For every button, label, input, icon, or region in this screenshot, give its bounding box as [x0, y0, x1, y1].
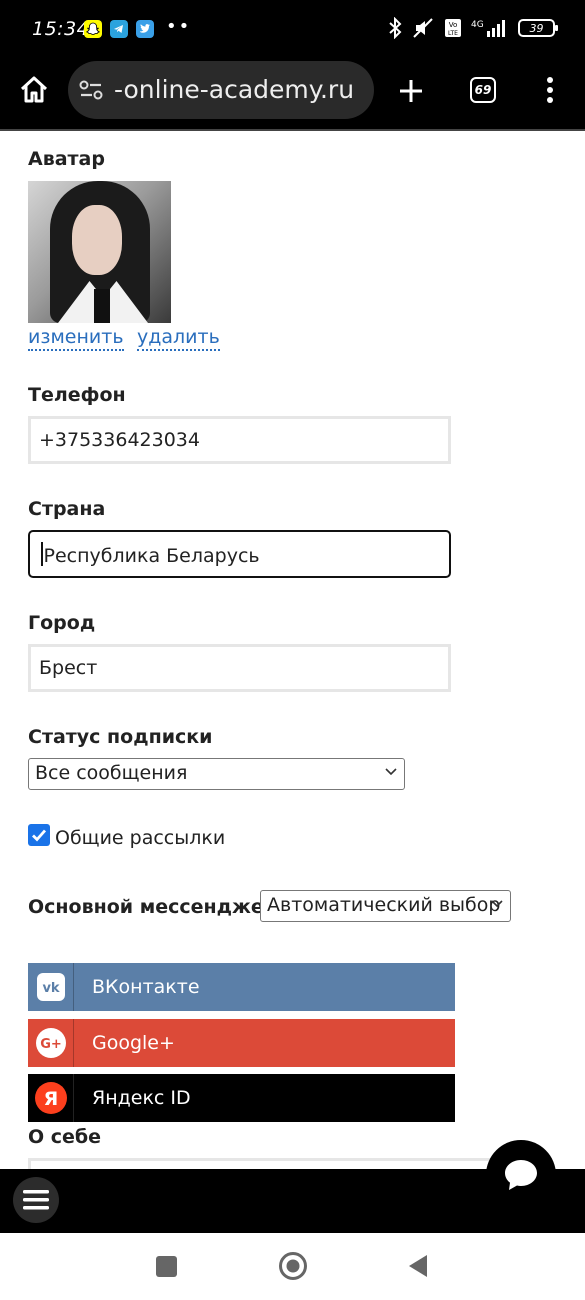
google-login-button[interactable]: G+ Google+ [28, 1019, 455, 1067]
chevron-down-icon [385, 768, 397, 776]
signal-icon: 4G [471, 20, 505, 37]
status-time: 15:34 [32, 18, 90, 40]
messenger-select[interactable]: Автоматический выбор [260, 890, 511, 922]
phone-label: Телефон [28, 384, 126, 406]
more-dots-icon: •• [166, 16, 192, 37]
profile-form: Аватар изменить удалить Телефон +3753364… [0, 131, 585, 1169]
city-value: Брест [39, 657, 98, 679]
svg-text:G+: G+ [40, 1037, 62, 1052]
yandex-icon-box: Я [28, 1074, 74, 1122]
text-caret [41, 542, 43, 566]
battery-icon: 39 [518, 19, 558, 37]
subscription-select[interactable]: Все сообщения [28, 758, 405, 790]
avatar-label: Аватар [28, 148, 105, 170]
messenger-label: Основной мессенджер [28, 896, 278, 918]
twitter-icon [136, 20, 154, 38]
country-label: Страна [28, 498, 106, 520]
yandex-label: Яндекс ID [92, 1087, 191, 1109]
checkmark-icon [32, 829, 47, 842]
svg-text:LTE: LTE [448, 30, 458, 37]
google-plus-icon: G+ [35, 1028, 66, 1058]
subscription-value: Все сообщения [35, 762, 188, 784]
home-circle-icon[interactable] [278, 1251, 308, 1281]
city-input[interactable]: Брест [28, 644, 451, 692]
url-text: -online-academy.ru [114, 75, 355, 104]
tab-count: 69 [474, 83, 492, 97]
mute-icon [413, 18, 433, 38]
newsletter-label: Общие рассылки [55, 827, 226, 849]
phone-value: +375336423034 [39, 429, 200, 451]
system-nav-bar [0, 1233, 585, 1300]
telegram-icon [110, 20, 128, 38]
hamburger-icon [23, 1190, 49, 1210]
status-bar: 15:34 •• Vo LTE 4G 39 [0, 0, 585, 58]
city-label: Город [28, 612, 96, 634]
country-input[interactable]: Республика Беларусь [28, 530, 451, 578]
svg-text:vk: vk [42, 981, 59, 996]
bluetooth-icon [389, 17, 402, 39]
messenger-value: Автоматический выбор [267, 894, 501, 916]
tabs-icon[interactable]: 69 [470, 77, 496, 103]
svg-text:Vo: Vo [449, 21, 458, 29]
subscription-label: Статус подписки [28, 726, 213, 748]
snapchat-icon [84, 20, 102, 38]
newsletter-checkbox[interactable] [28, 824, 50, 846]
svg-text:Я: Я [43, 1088, 58, 1110]
home-icon[interactable] [18, 74, 50, 106]
back-icon[interactable] [407, 1254, 429, 1278]
browser-toolbar: -online-academy.ru 69 [0, 58, 585, 131]
chat-button[interactable] [486, 1140, 556, 1210]
battery-level: 39 [529, 21, 544, 35]
address-bar[interactable]: -online-academy.ru [68, 61, 374, 119]
chevron-down-icon [491, 900, 503, 908]
vk-icon-box: vk [28, 963, 74, 1011]
avatar-delete-link[interactable]: удалить [137, 326, 220, 351]
about-label: О себе [28, 1126, 102, 1148]
avatar-change-link[interactable]: изменить [28, 326, 124, 351]
yandex-login-button[interactable]: Я Яндекс ID [28, 1074, 455, 1122]
vk-label: ВКонтакте [92, 976, 200, 998]
hamburger-menu-button[interactable] [13, 1177, 59, 1223]
svg-text:4G: 4G [471, 20, 484, 30]
yandex-icon: Я [34, 1082, 67, 1114]
vk-icon: vk [36, 973, 65, 1001]
phone-input[interactable]: +375336423034 [28, 416, 451, 464]
google-icon-box: G+ [28, 1019, 74, 1067]
recent-apps-icon[interactable] [156, 1256, 177, 1277]
about-textarea[interactable] [28, 1158, 508, 1169]
site-settings-icon[interactable] [79, 79, 103, 101]
country-value: Республика Беларусь [43, 545, 260, 567]
new-tab-plus-icon[interactable] [398, 78, 424, 104]
google-label: Google+ [92, 1032, 175, 1054]
volte-icon: VoLTE [445, 19, 461, 37]
avatar [28, 181, 171, 323]
vk-login-button[interactable]: vk ВКонтакте [28, 963, 455, 1011]
menu-dots-icon[interactable] [544, 76, 556, 104]
chat-bubble-icon [505, 1160, 537, 1190]
